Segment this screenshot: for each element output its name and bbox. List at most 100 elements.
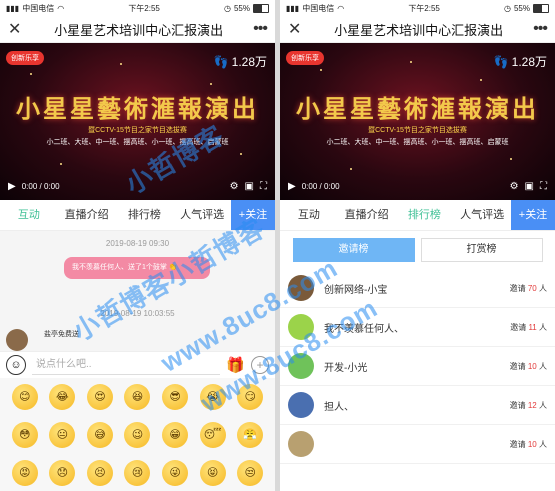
- carrier: 中国电信: [302, 3, 335, 13]
- emoji-6[interactable]: 😏: [237, 384, 264, 410]
- ranking-row[interactable]: 担人、 邀请 12 人: [280, 386, 555, 425]
- emoji-2[interactable]: 😍: [86, 384, 113, 410]
- chat-area: 2019-08-19 09:30 我不羡慕任何人、送了1个鼓掌 👏 2019-0…: [0, 231, 275, 351]
- wifi-icon: ◠: [337, 3, 345, 13]
- ranking-row[interactable]: 邀请 10 人: [280, 425, 555, 464]
- alarm-icon: ◷: [504, 3, 511, 13]
- emoji-9[interactable]: 😅: [86, 422, 113, 448]
- avatar: [288, 314, 314, 340]
- ranking-name: 我不羡慕任何人、: [324, 323, 404, 335]
- fullscreen-icon[interactable]: ⛶: [540, 181, 547, 192]
- emoji-1[interactable]: 😂: [49, 384, 76, 410]
- invite-number: 12: [527, 400, 537, 410]
- more-icon[interactable]: •••: [533, 20, 548, 38]
- tab-popularity[interactable]: 人气评选: [173, 200, 231, 230]
- invite-number: 11: [528, 322, 537, 332]
- invite-label: 邀请: [510, 322, 529, 332]
- emoji-13[interactable]: 😤: [237, 422, 264, 448]
- view-count: 👣 1.28万: [214, 53, 267, 70]
- video-subtitle: 暨CCTV-15节目之家节目选拔赛: [368, 127, 467, 134]
- footprint-icon: 👣: [213, 54, 229, 69]
- page-title: 小星星艺术培训中心汇报演出: [54, 22, 224, 38]
- ranking-row[interactable]: 创新网络-小宝 邀请 70 人: [280, 269, 555, 308]
- emoji-18[interactable]: 😜: [162, 460, 189, 486]
- left-phone: ▮▮▮ 中国电信 ◠ 下午2:55 ◷ 55% ✕ 小星星艺术培训中心汇报演出 …: [0, 0, 275, 491]
- signal-icon: ▮▮▮: [6, 3, 20, 13]
- tab-ranking[interactable]: 排行榜: [116, 200, 174, 230]
- pip-icon[interactable]: ▣: [245, 181, 254, 192]
- emoji-19[interactable]: 😝: [199, 460, 226, 486]
- emoji-4[interactable]: 😎: [162, 384, 189, 410]
- subtab-invite[interactable]: 邀请榜: [292, 238, 415, 262]
- tab-interact[interactable]: 互动: [0, 200, 58, 230]
- video-headline: 小星星藝術滙報演出: [16, 94, 259, 123]
- tab-popularity[interactable]: 人气评选: [453, 200, 511, 230]
- emoji-5[interactable]: 😭: [199, 384, 226, 410]
- comment-input[interactable]: 说点什么吧..: [32, 356, 221, 375]
- avatar: [288, 353, 314, 379]
- emoji-16[interactable]: 😣: [86, 460, 113, 486]
- fullscreen-icon[interactable]: ⛶: [260, 181, 267, 192]
- invite-label: 邀请: [509, 439, 528, 449]
- input-bar: ☺ 说点什么吧.. 🎁 +: [0, 351, 275, 378]
- tab-intro[interactable]: 直播介绍: [58, 200, 116, 230]
- smiley-icon[interactable]: ☺: [6, 355, 26, 375]
- emoji-7[interactable]: 😳: [11, 422, 38, 448]
- pip-icon[interactable]: ▣: [525, 181, 534, 192]
- footprint-icon: 👣: [493, 54, 509, 69]
- emoji-0[interactable]: 😊: [11, 384, 38, 410]
- emoji-3[interactable]: 😆: [124, 384, 151, 410]
- video-time: 0:00 / 0:00: [301, 181, 340, 191]
- settings-icon[interactable]: ⚙: [230, 181, 239, 192]
- play-icon[interactable]: ▶: [8, 181, 16, 192]
- subtab-reward[interactable]: 打赏榜: [420, 238, 543, 262]
- brand-logo: 创新乐享: [286, 51, 324, 65]
- emoji-17[interactable]: 😢: [124, 460, 151, 486]
- emoji-10[interactable]: 😉: [124, 422, 151, 448]
- ranking-subtabs: 邀请榜 打赏榜: [280, 231, 555, 269]
- clock: 下午2:55: [408, 3, 440, 13]
- emoji-15[interactable]: 😞: [49, 460, 76, 486]
- tab-bar: 互动 直播介绍 排行榜 人气评选 +关注: [280, 200, 555, 231]
- invite-count: 邀请 10 人: [510, 439, 547, 450]
- gift-icon[interactable]: 🎁: [226, 356, 245, 374]
- emoji-20[interactable]: 😒: [237, 460, 264, 486]
- invite-number: 10: [527, 439, 537, 449]
- status-bar: ▮▮▮ 中国电信 ◠ 下午2:55 ◷ 55%: [280, 0, 555, 16]
- close-icon[interactable]: ✕: [8, 19, 24, 39]
- tab-interact[interactable]: 互动: [280, 200, 338, 230]
- emoji-11[interactable]: 😁: [162, 422, 189, 448]
- invite-label: 邀请: [509, 400, 528, 410]
- ranking-row[interactable]: 我不羡慕任何人、 邀请 11 人: [280, 308, 555, 347]
- video-player[interactable]: 创新乐享 👣 1.28万 小星星藝術滙報演出 暨CCTV-15节目之家节目选拔赛…: [0, 43, 275, 200]
- title-bar: ✕ 小星星艺术培训中心汇报演出 •••: [280, 16, 555, 43]
- ranking-row[interactable]: 开发-小光 邀请 10 人: [280, 347, 555, 386]
- follow-button[interactable]: +关注: [511, 200, 555, 230]
- view-count: 👣 1.28万: [494, 53, 547, 70]
- video-player[interactable]: 创新乐享 👣 1.28万 小星星藝術滙報演出 暨CCTV-15节目之家节目选拔赛…: [280, 43, 555, 200]
- view-count-value: 1.28万: [231, 55, 267, 69]
- tab-bar: 互动 直播介绍 排行榜 人气评选 +关注: [0, 200, 275, 231]
- ranking-name: 创新网络-小宝: [324, 284, 388, 296]
- invite-count: 邀请 11 人: [510, 322, 547, 333]
- tab-intro[interactable]: 直播介绍: [338, 200, 396, 230]
- emoji-14[interactable]: 😡: [11, 460, 38, 486]
- chat-timestamp: 2019-08-19 09:30: [105, 239, 170, 248]
- signal-icon: ▮▮▮: [286, 3, 300, 13]
- close-icon[interactable]: ✕: [288, 19, 304, 39]
- ranking-list: 创新网络-小宝 邀请 70 人我不羡慕任何人、 邀请 11 人开发-小光 邀请 10 …: [280, 269, 555, 464]
- video-classes: 小二班、大班、中一班、摆高班、小一班、摆高班、启蒙班: [326, 139, 509, 146]
- play-icon[interactable]: ▶: [288, 181, 296, 192]
- tab-ranking[interactable]: 排行榜: [396, 200, 454, 230]
- emoji-12[interactable]: 😴: [199, 422, 226, 448]
- emoji-8[interactable]: 😐: [49, 422, 76, 448]
- invite-unit: 人: [536, 283, 547, 293]
- follow-button[interactable]: +关注: [231, 200, 275, 230]
- settings-icon[interactable]: ⚙: [510, 181, 519, 192]
- add-icon[interactable]: +: [251, 356, 269, 374]
- invite-label: 邀请: [509, 283, 528, 293]
- clock: 下午2:55: [128, 3, 160, 13]
- carrier: 中国电信: [22, 3, 55, 13]
- invite-unit: 人: [536, 361, 547, 371]
- more-icon[interactable]: •••: [253, 20, 268, 38]
